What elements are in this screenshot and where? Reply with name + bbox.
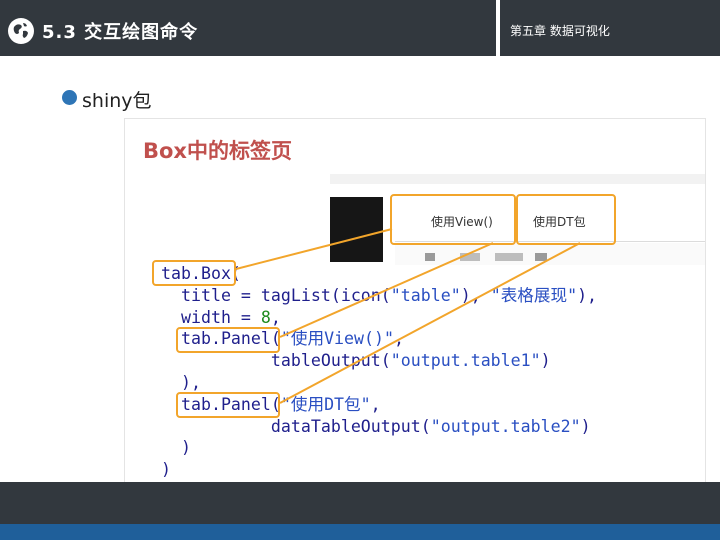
bullet-text: shiny包	[82, 90, 152, 112]
slide-header: 5.3 交互绘图命令 第五章 数据可视化	[0, 0, 720, 56]
connector-line-panel2	[279, 242, 581, 404]
connector-line-panel1	[279, 242, 494, 338]
footer-strip	[0, 524, 720, 540]
header-divider	[496, 0, 500, 56]
slide-section-title: 5.3 交互绘图命令	[42, 22, 199, 43]
globe-icon	[8, 18, 34, 44]
chapter-label: 第五章 数据可视化	[510, 24, 610, 38]
bullet-dot-icon	[62, 90, 77, 105]
connector-lines	[235, 228, 581, 404]
connector-line-tabbox	[235, 228, 393, 270]
code-screenshot: Box中的标签页 使用View() 使用DT包 tab.Box( title =…	[124, 118, 706, 492]
